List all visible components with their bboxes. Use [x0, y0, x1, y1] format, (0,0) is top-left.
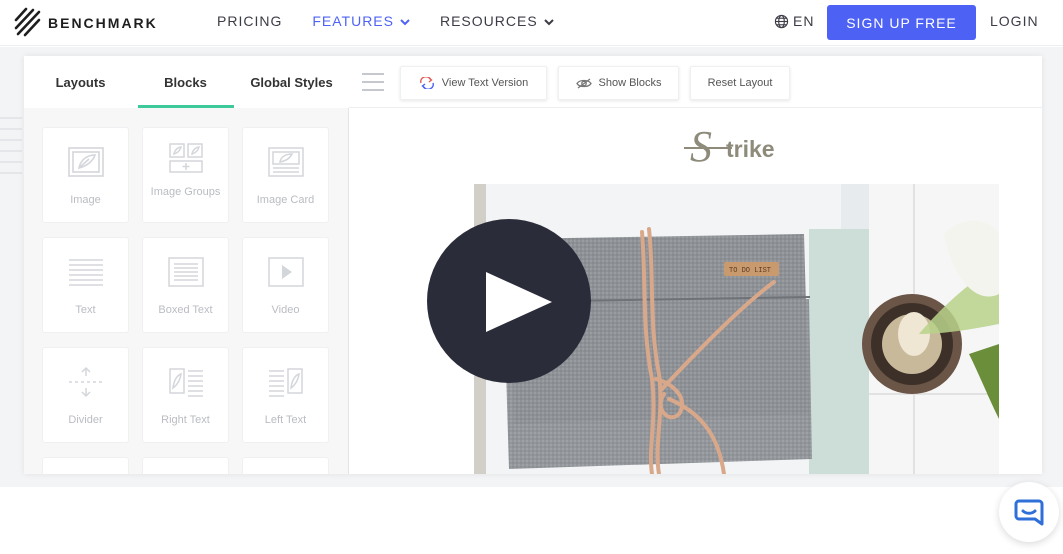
block-label: Image Groups [150, 186, 221, 198]
right-text-icon [167, 366, 205, 403]
block-image[interactable]: Image [42, 127, 129, 223]
decorative-lines [0, 117, 22, 183]
page-lower-area [0, 487, 1063, 554]
view-text-version-button[interactable]: View Text Version [400, 66, 547, 100]
sign-up-free-button[interactable]: SIGN UP FREE [827, 5, 976, 40]
block-label: Right Text [161, 414, 210, 426]
block-image-groups[interactable]: Image Groups [142, 127, 229, 223]
reset-layout-button[interactable]: Reset Layout [690, 66, 790, 100]
image-card-icon [267, 146, 305, 183]
refresh-icon [419, 77, 434, 89]
strike-logo[interactable]: S trike [684, 122, 790, 172]
panel-tabs: Layouts Blocks Global Styles [24, 56, 349, 108]
block-left-text[interactable]: Left Text [242, 347, 329, 443]
play-icon [486, 272, 552, 332]
block-label: Divider [68, 414, 103, 426]
block-divider[interactable]: Divider [42, 347, 129, 443]
block-label: Boxed Text [158, 304, 213, 316]
left-text-icon [267, 366, 305, 403]
divider-icon [67, 366, 105, 403]
nav-features[interactable]: FEATURES [312, 13, 410, 29]
boxed-text-icon [167, 256, 205, 293]
block-image-card[interactable]: Image Card [242, 127, 329, 223]
chevron-down-icon [543, 13, 554, 29]
tab-blocks[interactable]: Blocks [137, 56, 234, 108]
text-icon [67, 256, 105, 293]
login-link[interactable]: LOGIN [990, 13, 1039, 29]
benchmark-logo-icon [14, 7, 41, 37]
top-navigation: BENCHMARK PRICING FEATURES RESOURCES EN … [0, 0, 1063, 46]
block-placeholder[interactable] [242, 457, 329, 474]
brand-name: BENCHMARK [48, 15, 158, 31]
block-label: Left Text [264, 414, 307, 426]
chevron-down-icon [400, 13, 410, 29]
globe-icon [774, 14, 789, 28]
view-text-version-label: View Text Version [441, 77, 529, 89]
block-label: Text [75, 304, 96, 316]
blocks-panel: Layouts Blocks Global Styles Image Image… [24, 56, 349, 474]
block-placeholder[interactable] [42, 457, 129, 474]
product-tag-text: TO DO LIST [729, 267, 771, 275]
block-boxed-text[interactable]: Boxed Text [142, 237, 229, 333]
block-label: Video [271, 304, 300, 316]
video-play-button[interactable] [427, 219, 591, 383]
nav-resources-label: RESOURCES [439, 13, 538, 29]
block-right-text[interactable]: Right Text [142, 347, 229, 443]
nav-features-label: FEATURES [312, 13, 394, 29]
editor-toolbar: View Text Version Show Blocks Reset Layo… [349, 56, 1042, 108]
strike-logo-text: trike [726, 136, 775, 162]
block-text[interactable]: Text [42, 237, 129, 333]
block-label: Image [70, 194, 101, 206]
benchmark-logo[interactable]: BENCHMARK [14, 6, 158, 40]
tab-global-styles[interactable]: Global Styles [234, 56, 349, 108]
show-blocks-button[interactable]: Show Blocks [558, 66, 679, 100]
nav-pricing-label: PRICING [217, 13, 283, 29]
language-selector[interactable]: EN [774, 13, 814, 29]
chat-icon [1014, 499, 1044, 526]
tab-layouts[interactable]: Layouts [24, 56, 137, 108]
show-blocks-label: Show Blocks [598, 77, 662, 89]
block-video[interactable]: Video [242, 237, 329, 333]
strike-logo-s: S [690, 123, 712, 167]
chat-widget-button[interactable] [999, 482, 1059, 542]
image-icon [67, 146, 105, 183]
video-icon [267, 256, 305, 293]
reset-layout-label: Reset Layout [707, 77, 773, 89]
nav-pricing[interactable]: PRICING [217, 13, 282, 29]
nav-resources[interactable]: RESOURCES [440, 13, 554, 29]
nav-links: PRICING FEATURES RESOURCES [217, 13, 584, 29]
menu-icon[interactable] [362, 73, 384, 97]
language-label: EN [793, 13, 815, 29]
block-placeholder[interactable] [142, 457, 229, 474]
block-label: Image Card [256, 194, 315, 206]
image-groups-icon [167, 142, 205, 181]
eye-icon [575, 77, 592, 89]
